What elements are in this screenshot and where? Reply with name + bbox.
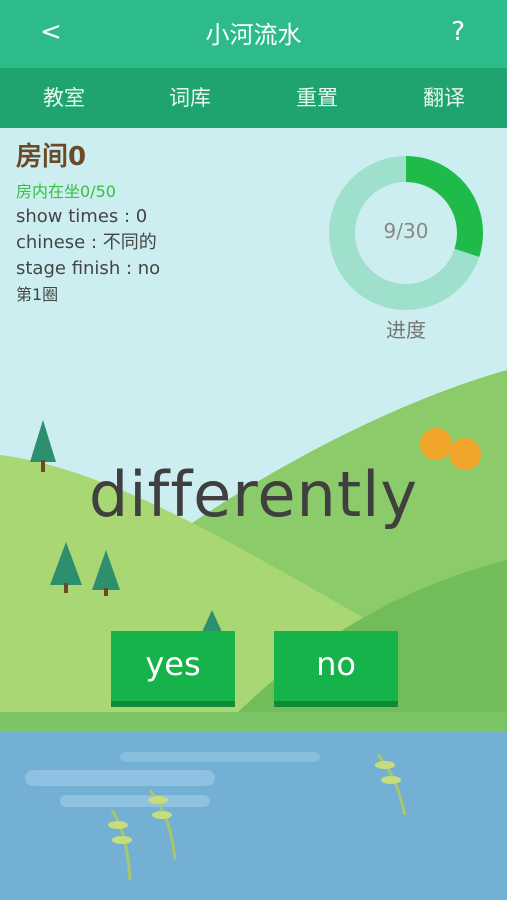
- round-text: 第1圈: [16, 285, 59, 304]
- progress-count: 9/30: [383, 219, 429, 243]
- occupancy-text: 房内在坐0/50: [16, 182, 116, 201]
- tab-reset[interactable]: 重置: [267, 83, 367, 113]
- room-info: 房间0 房内在坐0/50 show times : 0 chinese : 不同…: [16, 140, 160, 308]
- stage-finish-text: stage finish : no: [16, 258, 161, 279]
- tab-vocabulary[interactable]: 词库: [140, 83, 240, 113]
- progress-label: 进度: [386, 318, 426, 342]
- page-title: 小河流水: [205, 21, 302, 49]
- show-times-text: show times : 0: [16, 206, 148, 227]
- tab-classroom[interactable]: 教室: [14, 83, 114, 113]
- title-bar: < 小河流水 ?: [0, 0, 507, 68]
- vocabulary-word: differently: [88, 458, 419, 531]
- help-button[interactable]: ?: [451, 16, 465, 48]
- no-button[interactable]: no: [274, 631, 398, 701]
- tab-translate[interactable]: 翻译: [394, 83, 494, 113]
- room-title: 房间0: [16, 142, 87, 172]
- chinese-meaning-text: chinese : 不同的: [16, 232, 157, 253]
- yes-button[interactable]: yes: [111, 631, 235, 701]
- tab-bar: 教室 词库 重置 翻译: [0, 68, 507, 128]
